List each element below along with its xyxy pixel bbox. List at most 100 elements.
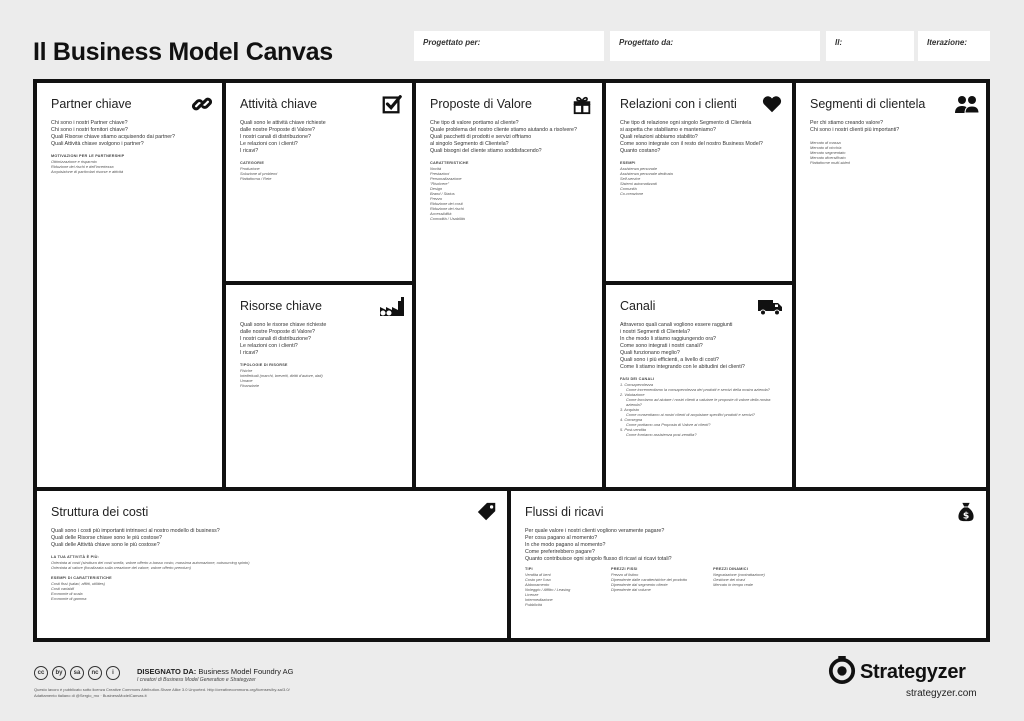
question-3: Quali Risorse chiave stiamo acquisendo d…: [51, 134, 175, 140]
question-2: dalle nostre Proposte di Valore?: [240, 127, 315, 133]
non-commercial-icon: nc: [88, 666, 102, 680]
designed-by-name: Business Model Foundry AG: [198, 667, 294, 676]
iteration-field[interactable]: Iterazione:: [918, 31, 990, 61]
designed-by-sub: I creatori di Business Model Generation …: [137, 677, 256, 683]
attribution-icon: by: [52, 666, 66, 680]
customer-relationships-title: Relazioni con i clienti: [620, 97, 737, 111]
question-2: Per cosa pagano al momento?: [525, 535, 598, 541]
list-item: Come forniamo assistenza post-vendita?: [626, 432, 697, 437]
list-item: Finanziarie: [240, 383, 260, 388]
checkbox-icon: [381, 93, 403, 115]
key-resources-cell[interactable]: Risorse chiave Quali sono le risorse chi…: [226, 285, 412, 487]
question-2: dalle nostre Proposte di Valore?: [240, 329, 315, 335]
list-item: Piattaforma / Rete: [240, 176, 272, 181]
question-1: Che tipo di relazione ogni singolo Segme…: [620, 120, 752, 126]
designed-by-label: Progettato da:: [619, 38, 674, 47]
question-1: Quali sono i costi più importanti intrin…: [51, 528, 220, 534]
designed-for-field[interactable]: Progettato per:: [414, 31, 604, 61]
question-4: Le relazioni con i clienti?: [240, 141, 298, 147]
brand-url-link[interactable]: strategyzer.com: [906, 688, 977, 699]
question-4: Le relazioni con i clienti?: [240, 343, 298, 349]
canvas-grid: Partner chiave Chi sono i nostri Partner…: [33, 79, 990, 642]
question-6: Quali sono i più efficienti, a livello d…: [620, 357, 719, 363]
customer-relationships-cell[interactable]: Relazioni con i clienti Che tipo di rela…: [606, 83, 792, 281]
list-item: Orientata al valore (focalizzata sulla c…: [51, 565, 191, 570]
list-item: Come facciamo ad aiutare i nostri client…: [626, 397, 771, 407]
question-5: I ricavi?: [240, 148, 259, 154]
link-icon: [191, 93, 213, 115]
question-3: I nostri canali di distribuzione?: [240, 134, 311, 140]
question-1: Quali sono le risorse chiave richieste: [240, 322, 327, 328]
channels-title: Canali: [620, 299, 656, 313]
date-field[interactable]: Il:: [826, 31, 914, 61]
list-item: Dipendente dal volume: [611, 587, 651, 592]
key-partners-title: Partner chiave: [51, 97, 132, 111]
question-2: Chi sono i nostri fornitori chiave?: [51, 127, 128, 133]
svg-text:$: $: [963, 510, 969, 521]
list-item: Pubblicità: [525, 602, 542, 607]
license-text: Questo lavoro è pubblicato sotto licenza…: [34, 687, 394, 698]
info-icon: i: [106, 666, 120, 680]
question-3: Quali relazioni abbiamo stabilito?: [620, 134, 698, 140]
money-bag-icon: $: [955, 501, 977, 523]
license-icons: cc by sa nc i: [34, 666, 120, 680]
question-5: Quali funzionano meglio?: [620, 350, 680, 356]
question-4: Come sono integrate con il resto del nos…: [620, 141, 763, 147]
question-1: Per quale valore i nostri clienti voglio…: [525, 528, 665, 534]
value-propositions-cell[interactable]: Proposte di Valore Che tipo di valore po…: [416, 83, 602, 487]
customer-segments-cell[interactable]: Segmenti di clientela Per chi stiamo cre…: [796, 83, 986, 487]
tag-icon: [476, 501, 498, 523]
question-5: I ricavi?: [240, 350, 259, 356]
types-column: Tipi Vendita di beni Costo per l'uso Abb…: [525, 567, 585, 607]
key-partners-cell[interactable]: Partner chiave Chi sono i nostri Partner…: [37, 83, 222, 487]
brand-name: Strategyzer: [860, 661, 966, 683]
question-4: al singolo Segmento di Clientela?: [430, 141, 509, 147]
cost-structure-title: Struttura dei costi: [51, 505, 149, 519]
people-icon: [954, 93, 980, 115]
revenue-streams-cell[interactable]: Flussi di ricavi $ Per quale valore i no…: [511, 491, 986, 638]
cost-structure-cell[interactable]: Struttura dei costi Quali sono i costi p…: [37, 491, 507, 638]
dynamic-pricing-column: Prezzi dinamici Negoziazione (contrattaz…: [713, 567, 773, 607]
question-2: Quale problema del nostro cliente stiamo…: [430, 127, 577, 133]
designed-by: DISEGNATO DA: Business Model Foundry AG: [137, 667, 293, 676]
question-1: Per chi stiamo creando valore?: [810, 120, 884, 126]
designed-by-field[interactable]: Progettato da:: [610, 31, 820, 61]
date-label: Il:: [835, 38, 843, 47]
page-title: Il Business Model Canvas: [33, 38, 333, 66]
customer-segments-title: Segmenti di clientela: [810, 97, 926, 111]
question-3: In che modo li stiamo raggiungendo ora?: [620, 336, 716, 342]
factory-icon: [378, 295, 406, 317]
question-4: Come sono integrati i nostri canali?: [620, 343, 703, 349]
question-2: si aspetta che stabiliamo e manteniamo?: [620, 127, 716, 133]
strategyzer-icon: [828, 656, 856, 689]
question-2: i nostri Segmenti di Clientela?: [620, 329, 691, 335]
list-item: Comodità / Usabilità: [430, 216, 465, 221]
license-line: Adattamento italiano di @Sergio_mo · Bus…: [34, 692, 147, 698]
question-1: Che tipo di valore portiamo al cliente?: [430, 120, 519, 126]
question-4: Come preferirebbero pagare?: [525, 549, 595, 555]
question-3: Quali delle Attività chiave sono le più …: [51, 542, 160, 548]
question-5: Quali bisogni del cliente stiamo soddisf…: [430, 148, 542, 154]
share-alike-icon: sa: [70, 666, 84, 680]
question-1: Attraverso quali canali vogliono essere …: [620, 322, 733, 328]
list-item: Acquisizione di particolari risorse e at…: [51, 169, 124, 174]
key-resources-title: Risorse chiave: [240, 299, 322, 313]
gift-icon: [571, 93, 593, 115]
list-item: Piattaforme multi-sided: [810, 160, 850, 165]
question-2: Quali delle Risorse chiave sono le più c…: [51, 535, 163, 541]
channels-cell[interactable]: Canali Attraverso quali canali vogliono …: [606, 285, 792, 487]
question-5: Quanto contribuisce ogni singolo flusso …: [525, 556, 672, 562]
heart-icon: [761, 93, 783, 115]
revenue-streams-title: Flussi di ricavi: [525, 505, 604, 519]
question-3: Quali pacchetti di prodotti e servizi of…: [430, 134, 532, 140]
question-4: Quali Attività chiave svolgono i partner…: [51, 141, 144, 147]
list-item: Economie di gamma: [51, 596, 87, 601]
key-activities-cell[interactable]: Attività chiave Quali sono le attività c…: [226, 83, 412, 281]
question-1: Chi sono i nostri Partner chiave?: [51, 120, 128, 126]
list-item: Mercato in tempo reale: [713, 582, 753, 587]
designed-for-label: Progettato per:: [423, 38, 481, 47]
fixed-pricing-column: Prezzi fissi Prezzo di listino Dipendent…: [611, 567, 687, 607]
strategyzer-logo[interactable]: Strategyzer: [828, 656, 966, 689]
question-1: Quali sono le attività chiave richieste: [240, 120, 326, 126]
question-7: Come li stiamo integrando con le abitudi…: [620, 364, 745, 370]
